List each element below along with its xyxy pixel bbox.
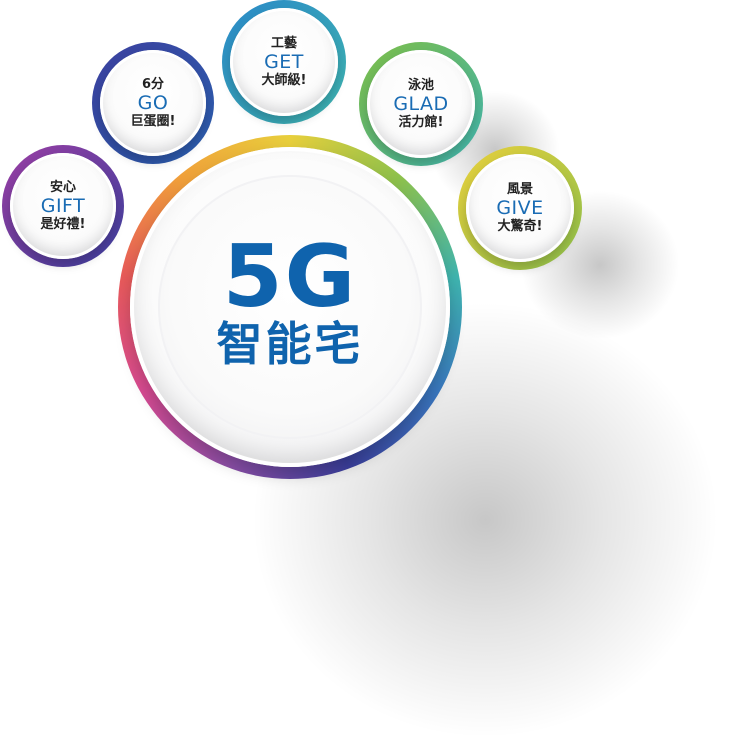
bubble-glad-face: 泳池 GLAD 活力館! — [367, 50, 475, 158]
bubble-go-top: 6分 — [141, 76, 165, 92]
bubble-glad[interactable]: 泳池 GLAD 活力館! — [359, 42, 483, 166]
main-bubble-face: 5G 智能宅 — [130, 147, 450, 467]
bubble-gift-face: 安心 GIFT 是好禮! — [10, 153, 116, 259]
bubble-glad-keyword: GLAD — [393, 92, 449, 115]
bubble-go-face: 6分 GO 巨蛋圈! — [100, 50, 206, 156]
main-bubble[interactable]: 5G 智能宅 — [118, 135, 462, 479]
main-subtitle: 智能宅 — [216, 317, 364, 371]
bubble-gift[interactable]: 安心 GIFT 是好禮! — [2, 145, 124, 267]
bubble-gift-keyword: GIFT — [40, 194, 86, 217]
bubble-glad-top: 泳池 — [407, 77, 434, 93]
bubble-go-keyword: GO — [137, 91, 169, 114]
bubble-give-top: 風景 — [506, 181, 533, 197]
bubble-get-bottom: 大師級! — [261, 72, 307, 88]
bubble-get[interactable]: 工藝 GET 大師級! — [222, 0, 346, 124]
bubble-get-keyword: GET — [264, 50, 304, 73]
bubble-get-top: 工藝 — [270, 35, 297, 51]
bubble-get-face: 工藝 GET 大師級! — [230, 8, 338, 116]
bubble-give-face: 風景 GIVE 大驚奇! — [466, 154, 574, 262]
bubble-gift-bottom: 是好禮! — [40, 216, 86, 232]
bubble-gift-top: 安心 — [49, 179, 76, 195]
bubble-give[interactable]: 風景 GIVE 大驚奇! — [458, 146, 582, 270]
main-title: 5G — [222, 227, 358, 327]
bubble-give-keyword: GIVE — [496, 196, 544, 219]
bubble-go[interactable]: 6分 GO 巨蛋圈! — [92, 42, 214, 164]
bubble-glad-bottom: 活力館! — [398, 114, 444, 130]
bubble-give-bottom: 大驚奇! — [497, 218, 543, 234]
bubble-go-bottom: 巨蛋圈! — [130, 113, 176, 129]
